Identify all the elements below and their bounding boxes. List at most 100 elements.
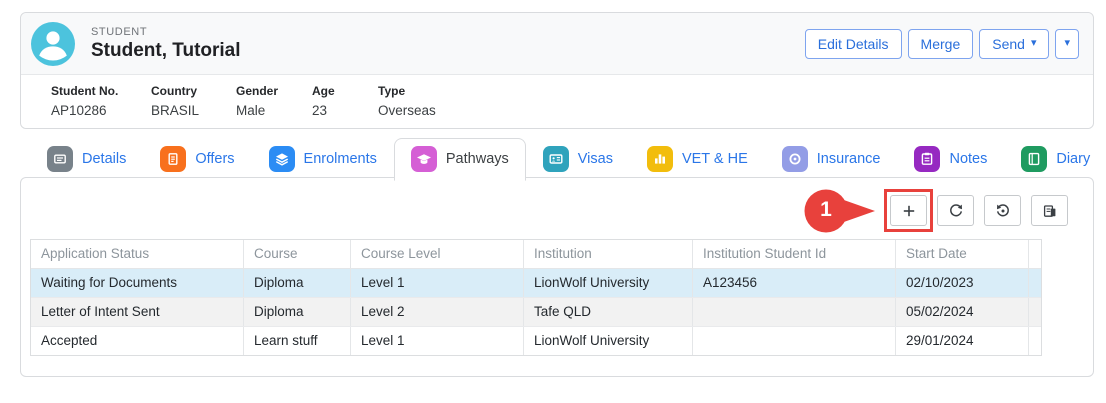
annotation-step-1: 1 xyxy=(803,188,877,234)
add-button[interactable] xyxy=(890,195,927,226)
tab-enrolments[interactable]: Enrolments xyxy=(252,138,394,180)
button-label: Edit Details xyxy=(818,36,889,52)
table-cell: 05/02/2024 xyxy=(896,298,1029,326)
info-value: 23 xyxy=(312,103,378,118)
info-field-age: Age 23 xyxy=(312,84,378,118)
scroll-gutter xyxy=(1029,327,1041,355)
pathways-table: Application StatusCourseCourse LevelInst… xyxy=(30,239,1042,356)
info-value: AP10286 xyxy=(51,103,151,118)
visas-icon xyxy=(543,146,569,172)
info-label: Gender xyxy=(236,84,312,98)
info-label: Student No. xyxy=(51,84,151,98)
toolbar-buttons: 1 xyxy=(21,178,1093,239)
table-cell: Diploma xyxy=(244,269,351,297)
table-cell: Learn stuff xyxy=(244,327,351,355)
refresh-button[interactable] xyxy=(937,195,974,226)
info-value: Male xyxy=(236,103,312,118)
history-icon xyxy=(995,203,1011,219)
column-header[interactable]: Application Status xyxy=(31,240,244,268)
table-cell: Tafe QLD xyxy=(524,298,693,326)
student-header-card: STUDENT Student, Tutorial Edit Details Me… xyxy=(20,12,1094,129)
more-button[interactable]: ▾ xyxy=(1055,29,1079,59)
info-field-type: Type Overseas xyxy=(378,84,436,118)
header-actions: Edit Details Merge Send ▾ ▾ xyxy=(805,29,1079,59)
tab-label: Insurance xyxy=(817,151,881,167)
scroll-gutter xyxy=(1029,298,1041,326)
merge-button[interactable]: Merge xyxy=(908,29,974,59)
tab-label: Notes xyxy=(949,151,987,167)
tab-label: Visas xyxy=(578,151,613,167)
insurance-icon xyxy=(782,146,808,172)
table-cell: 29/01/2024 xyxy=(896,327,1029,355)
caret-down-icon: ▾ xyxy=(1031,38,1037,49)
table-cell: Diploma xyxy=(244,298,351,326)
edit-details-button[interactable]: Edit Details xyxy=(805,29,902,59)
info-value: BRASIL xyxy=(151,103,236,118)
student-page: STUDENT Student, Tutorial Edit Details Me… xyxy=(0,0,1106,403)
tab-pathways[interactable]: Pathways xyxy=(394,138,526,181)
table-cell: A123456 xyxy=(693,269,896,297)
button-label: Merge xyxy=(921,36,961,52)
pathways-icon xyxy=(411,146,437,172)
info-value: Overseas xyxy=(378,103,436,118)
table-row[interactable]: AcceptedLearn stuffLevel 1LionWolf Unive… xyxy=(31,327,1041,355)
info-label: Age xyxy=(312,84,378,98)
column-header[interactable]: Institution Student Id xyxy=(693,240,896,268)
info-bar: Student No. AP10286Country BRASILGender Mal… xyxy=(21,74,1093,128)
history-button[interactable] xyxy=(984,195,1021,226)
scroll-gutter xyxy=(1029,269,1041,297)
column-header[interactable]: Start Date xyxy=(896,240,1029,268)
button-label: Send xyxy=(992,36,1025,52)
info-field-country: Country BRASIL xyxy=(151,84,236,118)
tab-insurance[interactable]: Insurance xyxy=(765,138,898,180)
copy-icon xyxy=(1042,203,1058,219)
tab-bar: Details Offers Enrolments Pathways Visas VET … xyxy=(20,138,1094,180)
copy-button[interactable] xyxy=(1031,195,1068,226)
table-cell: Waiting for Documents xyxy=(31,269,244,297)
refresh-icon xyxy=(948,203,964,219)
table-cell: 02/10/2023 xyxy=(896,269,1029,297)
tab-label: Details xyxy=(82,151,126,167)
plus-icon xyxy=(901,203,917,219)
annotation-number: 1 xyxy=(815,198,837,222)
tab-label: Enrolments xyxy=(304,151,377,167)
notes-icon xyxy=(914,146,940,172)
tab-diary[interactable]: Diary xyxy=(1004,138,1106,180)
column-header[interactable]: Course Level xyxy=(351,240,524,268)
entity-label: STUDENT xyxy=(91,26,805,38)
column-header[interactable]: Institution xyxy=(524,240,693,268)
send-button[interactable]: Send ▾ xyxy=(979,29,1049,59)
student-name: Student, Tutorial xyxy=(91,40,805,62)
tab-details[interactable]: Details xyxy=(30,138,143,180)
table-row[interactable]: Waiting for DocumentsDiplomaLevel 1LionW… xyxy=(31,269,1041,298)
table-cell: Level 2 xyxy=(351,298,524,326)
vet-he-icon xyxy=(647,146,673,172)
caret-down-icon: ▾ xyxy=(1064,38,1070,49)
tab-panel-pathways: 1 Application StatusCourseCourse LevelIn… xyxy=(20,177,1094,377)
table-cell: Level 1 xyxy=(351,269,524,297)
enrolments-icon xyxy=(269,146,295,172)
tab-label: Diary xyxy=(1056,151,1090,167)
info-label: Type xyxy=(378,84,436,98)
table-cell: LionWolf University xyxy=(524,269,693,297)
info-field-student-no: Student No. AP10286 xyxy=(51,84,151,118)
table-cell: Accepted xyxy=(31,327,244,355)
details-icon xyxy=(47,146,73,172)
tab-visas[interactable]: Visas xyxy=(526,138,630,180)
info-field-gender: Gender Male xyxy=(236,84,312,118)
offers-icon xyxy=(160,146,186,172)
table-cell: LionWolf University xyxy=(524,327,693,355)
table-cell xyxy=(693,327,896,355)
tab-notes[interactable]: Notes xyxy=(897,138,1004,180)
table-body: Waiting for DocumentsDiplomaLevel 1LionW… xyxy=(31,269,1041,355)
student-avatar-icon xyxy=(31,22,75,66)
info-label: Country xyxy=(151,84,236,98)
tab-offers[interactable]: Offers xyxy=(143,138,251,180)
column-header[interactable]: Course xyxy=(244,240,351,268)
table-row[interactable]: Letter of Intent SentDiplomaLevel 2Tafe … xyxy=(31,298,1041,327)
table-cell: Letter of Intent Sent xyxy=(31,298,244,326)
tab-label: Offers xyxy=(195,151,234,167)
table-header-row: Application StatusCourseCourse LevelInst… xyxy=(31,240,1041,269)
scroll-gutter xyxy=(1029,240,1041,268)
tab-vet-he[interactable]: VET & HE xyxy=(630,138,765,180)
